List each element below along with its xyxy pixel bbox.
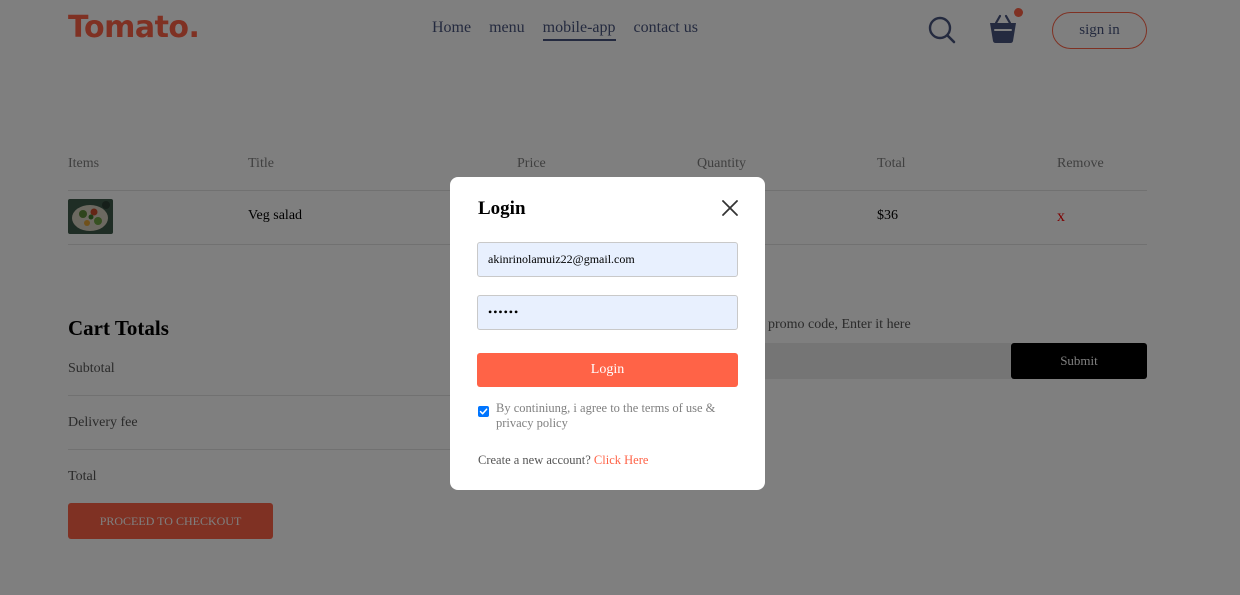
terms-checkbox[interactable] [478,406,489,417]
login-modal: Login Login By continiung, i agree to th… [450,177,765,490]
create-account-row: Create a new account? Click Here [478,453,648,468]
login-button[interactable]: Login [477,353,738,387]
check-icon [479,408,488,415]
password-field[interactable] [477,295,738,330]
email-field[interactable] [477,242,738,277]
login-title: Login [478,198,526,219]
create-account-prompt: Create a new account? [478,453,591,467]
close-icon[interactable] [720,198,740,218]
create-account-link[interactable]: Click Here [594,453,649,467]
terms-text: By continiung, i agree to the terms of u… [496,401,716,430]
